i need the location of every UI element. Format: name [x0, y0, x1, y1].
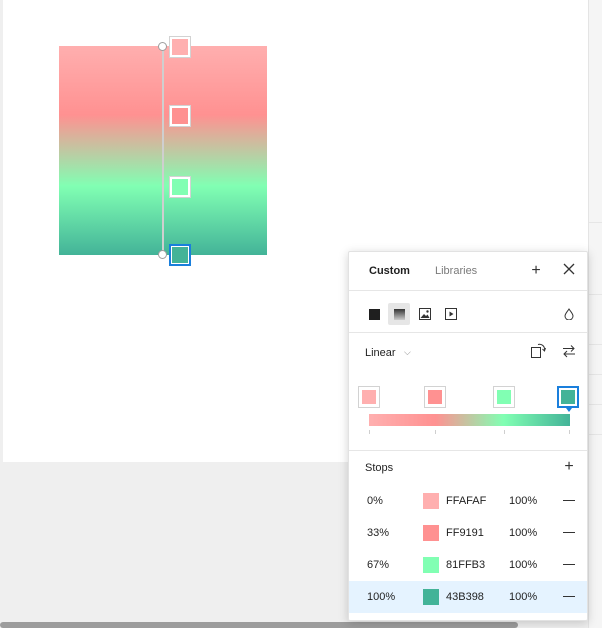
- stop-row-2[interactable]: 67% 81FFB3 100%: [349, 549, 587, 581]
- gradient-type-select[interactable]: Linear: [365, 347, 396, 359]
- canvas-stop-swatch: [172, 108, 188, 124]
- canvas-stop-1[interactable]: [169, 105, 191, 127]
- stop-hex[interactable]: 43B398: [446, 591, 484, 603]
- gradient-fill-icon[interactable]: [388, 303, 410, 325]
- canvas-stop-0[interactable]: [169, 36, 191, 58]
- bar-stop-swatch: [561, 390, 575, 404]
- bar-tick: [504, 430, 505, 434]
- tab-custom[interactable]: Custom: [369, 265, 410, 277]
- minus-icon[interactable]: [563, 564, 575, 565]
- bar-stop-swatch: [428, 390, 442, 404]
- blend-mode-icon[interactable]: [558, 303, 580, 325]
- gradient-bar[interactable]: [369, 414, 570, 426]
- bar-tick: [435, 430, 436, 434]
- bar-stop-1[interactable]: [424, 386, 446, 408]
- horizontal-scrollbar[interactable]: [0, 622, 518, 628]
- sidebar-divider: [589, 404, 602, 405]
- stop-position[interactable]: 100%: [367, 591, 395, 603]
- chevron-down-icon[interactable]: ⌵: [404, 347, 411, 358]
- stop-swatch[interactable]: [423, 525, 439, 541]
- stop-opacity[interactable]: 100%: [509, 527, 537, 539]
- canvas-stop-swatch: [172, 39, 188, 55]
- sidebar-divider: [589, 434, 602, 435]
- image-fill-icon[interactable]: [414, 303, 436, 325]
- stop-opacity[interactable]: 100%: [509, 591, 537, 603]
- panel-header: Custom Libraries +: [349, 252, 587, 290]
- bar-tick: [369, 430, 370, 434]
- sidebar-divider: [589, 222, 602, 223]
- minus-icon[interactable]: [563, 596, 575, 597]
- stop-position[interactable]: 67%: [367, 559, 389, 571]
- fill-picker-panel: Custom Libraries + Linear ⌵ Stops + 0% F…: [348, 251, 588, 621]
- stop-opacity[interactable]: 100%: [509, 495, 537, 507]
- stop-hex[interactable]: FFAFAF: [446, 495, 486, 507]
- sidebar-divider: [589, 344, 602, 345]
- stop-swatch[interactable]: [423, 493, 439, 509]
- close-icon[interactable]: [560, 262, 578, 280]
- bar-stop-2[interactable]: [493, 386, 515, 408]
- stop-opacity[interactable]: 100%: [509, 559, 537, 571]
- sidebar-divider: [589, 374, 602, 375]
- video-fill-icon[interactable]: [440, 303, 462, 325]
- gradient-handle-start[interactable]: [158, 42, 167, 51]
- minus-icon[interactable]: [563, 500, 575, 501]
- stop-swatch[interactable]: [423, 589, 439, 605]
- stop-swatch[interactable]: [423, 557, 439, 573]
- gradient-handle-line[interactable]: [162, 46, 164, 255]
- flip-gradient-icon[interactable]: [560, 343, 578, 361]
- bar-stop-swatch: [497, 390, 511, 404]
- solid-fill-icon[interactable]: [363, 303, 385, 325]
- divider: [349, 332, 587, 333]
- stop-hex[interactable]: 81FFB3: [446, 559, 485, 571]
- stop-hex[interactable]: FF9191: [446, 527, 484, 539]
- sidebar-divider: [589, 294, 602, 295]
- stop-row-0[interactable]: 0% FFAFAF 100%: [349, 485, 587, 517]
- add-stop-icon[interactable]: +: [560, 458, 578, 476]
- bar-tick: [569, 430, 570, 434]
- gradient-handle-end[interactable]: [158, 250, 167, 259]
- minus-icon[interactable]: [563, 532, 575, 533]
- canvas-stop-3[interactable]: [169, 244, 191, 266]
- stop-position[interactable]: 0%: [367, 495, 383, 507]
- rotate-gradient-icon[interactable]: [529, 343, 547, 361]
- bar-stop-swatch: [362, 390, 376, 404]
- bar-stop-0[interactable]: [358, 386, 380, 408]
- tab-libraries[interactable]: Libraries: [435, 265, 477, 277]
- canvas-stop-2[interactable]: [169, 176, 191, 198]
- stop-position[interactable]: 33%: [367, 527, 389, 539]
- canvas-stop-swatch: [172, 179, 188, 195]
- bar-stop-3[interactable]: [557, 386, 579, 412]
- right-sidebar-edge: [588, 0, 602, 628]
- plus-icon[interactable]: +: [527, 262, 545, 280]
- divider: [349, 450, 587, 451]
- canvas-stop-swatch: [172, 247, 188, 263]
- stops-heading: Stops: [365, 462, 394, 474]
- stop-row-1[interactable]: 33% FF9191 100%: [349, 517, 587, 549]
- divider: [349, 290, 587, 291]
- stop-row-3[interactable]: 100% 43B398 100%: [349, 581, 587, 613]
